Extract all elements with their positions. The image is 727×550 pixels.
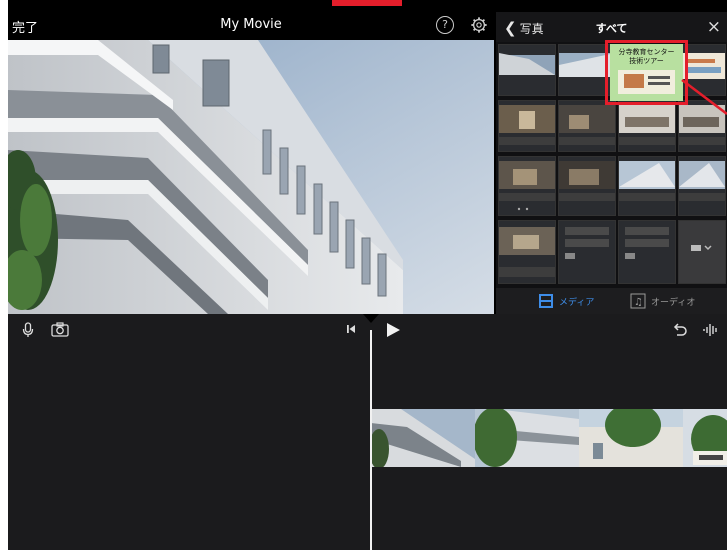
thumbnail-image (679, 161, 725, 201)
tab-media[interactable]: メディア (538, 292, 594, 310)
tab-audio-label: オーディオ (651, 297, 696, 308)
media-thumbnail[interactable] (678, 156, 726, 216)
highlight-box (605, 40, 688, 105)
audio-waveform-icon[interactable] (702, 322, 720, 338)
microphone-icon[interactable] (22, 322, 34, 338)
clip-frame (371, 409, 475, 467)
clip-frame (475, 409, 579, 467)
media-thumbnail[interactable] (498, 220, 556, 284)
media-thumbnail[interactable] (558, 156, 616, 216)
media-browser-header: ❮ 写真 すべて × (496, 12, 727, 42)
top-bar: 完了 My Movie ? (8, 12, 494, 40)
callout-arrow-line (681, 79, 727, 115)
camera-icon[interactable] (51, 322, 69, 338)
media-tabs: メディア ♫ オーディオ (496, 288, 727, 314)
thumbnail-image (499, 227, 555, 277)
thumbnail-image (619, 161, 675, 201)
play-icon[interactable] (385, 322, 401, 338)
timeline-clip[interactable] (683, 409, 727, 467)
audio-icon: ♫ (630, 293, 646, 309)
thumbnail-image (499, 105, 555, 145)
timeline-clip[interactable] (371, 409, 475, 467)
video-preview (8, 40, 494, 314)
media-thumbnail[interactable] (558, 220, 616, 284)
media-thumbnail[interactable] (618, 100, 676, 152)
thumbnail-image (619, 105, 675, 145)
playhead-line (370, 330, 372, 550)
media-thumbnail[interactable] (498, 156, 556, 216)
movie-title: My Movie (220, 17, 282, 32)
thumbnail-image (559, 105, 615, 145)
thumbnail-image (691, 245, 712, 251)
timeline-clip[interactable] (579, 409, 683, 467)
media-browser-title: すべて (595, 22, 628, 35)
rewind-icon[interactable] (345, 322, 357, 336)
media-thumbnail[interactable] (498, 100, 556, 152)
imovie-window: 完了 My Movie ? ❮ 写真 すべて × メディア ♫ オーディオ 分寺… (8, 0, 727, 550)
close-icon[interactable]: × (707, 17, 721, 37)
thumbnail-image (499, 161, 555, 211)
help-button[interactable]: ? (436, 16, 454, 34)
tab-audio[interactable]: ♫ オーディオ (630, 292, 695, 310)
clip-frame (579, 409, 683, 467)
media-icon (539, 294, 553, 308)
media-thumbnail[interactable] (558, 100, 616, 152)
timeline-clip-track (371, 409, 727, 467)
media-thumbnail[interactable] (618, 156, 676, 216)
thumbnail-image (499, 53, 555, 75)
building-video-frame (8, 40, 494, 314)
media-thumbnail[interactable] (618, 220, 676, 284)
thumbnail-image (559, 161, 615, 201)
clip-frame (683, 409, 727, 467)
playhead-marker[interactable] (363, 314, 379, 324)
svg-text:♫: ♫ (634, 297, 643, 308)
thumbnail-image (625, 227, 669, 259)
undo-icon[interactable] (672, 322, 688, 338)
tab-media-label: メディア (559, 297, 595, 308)
thumbnail-image (565, 227, 609, 259)
timeline-clip[interactable] (475, 409, 579, 467)
settings-icon[interactable] (470, 16, 488, 34)
annotation-marker (332, 0, 402, 6)
media-thumbnail[interactable] (678, 220, 726, 284)
media-thumbnail[interactable] (498, 44, 556, 96)
